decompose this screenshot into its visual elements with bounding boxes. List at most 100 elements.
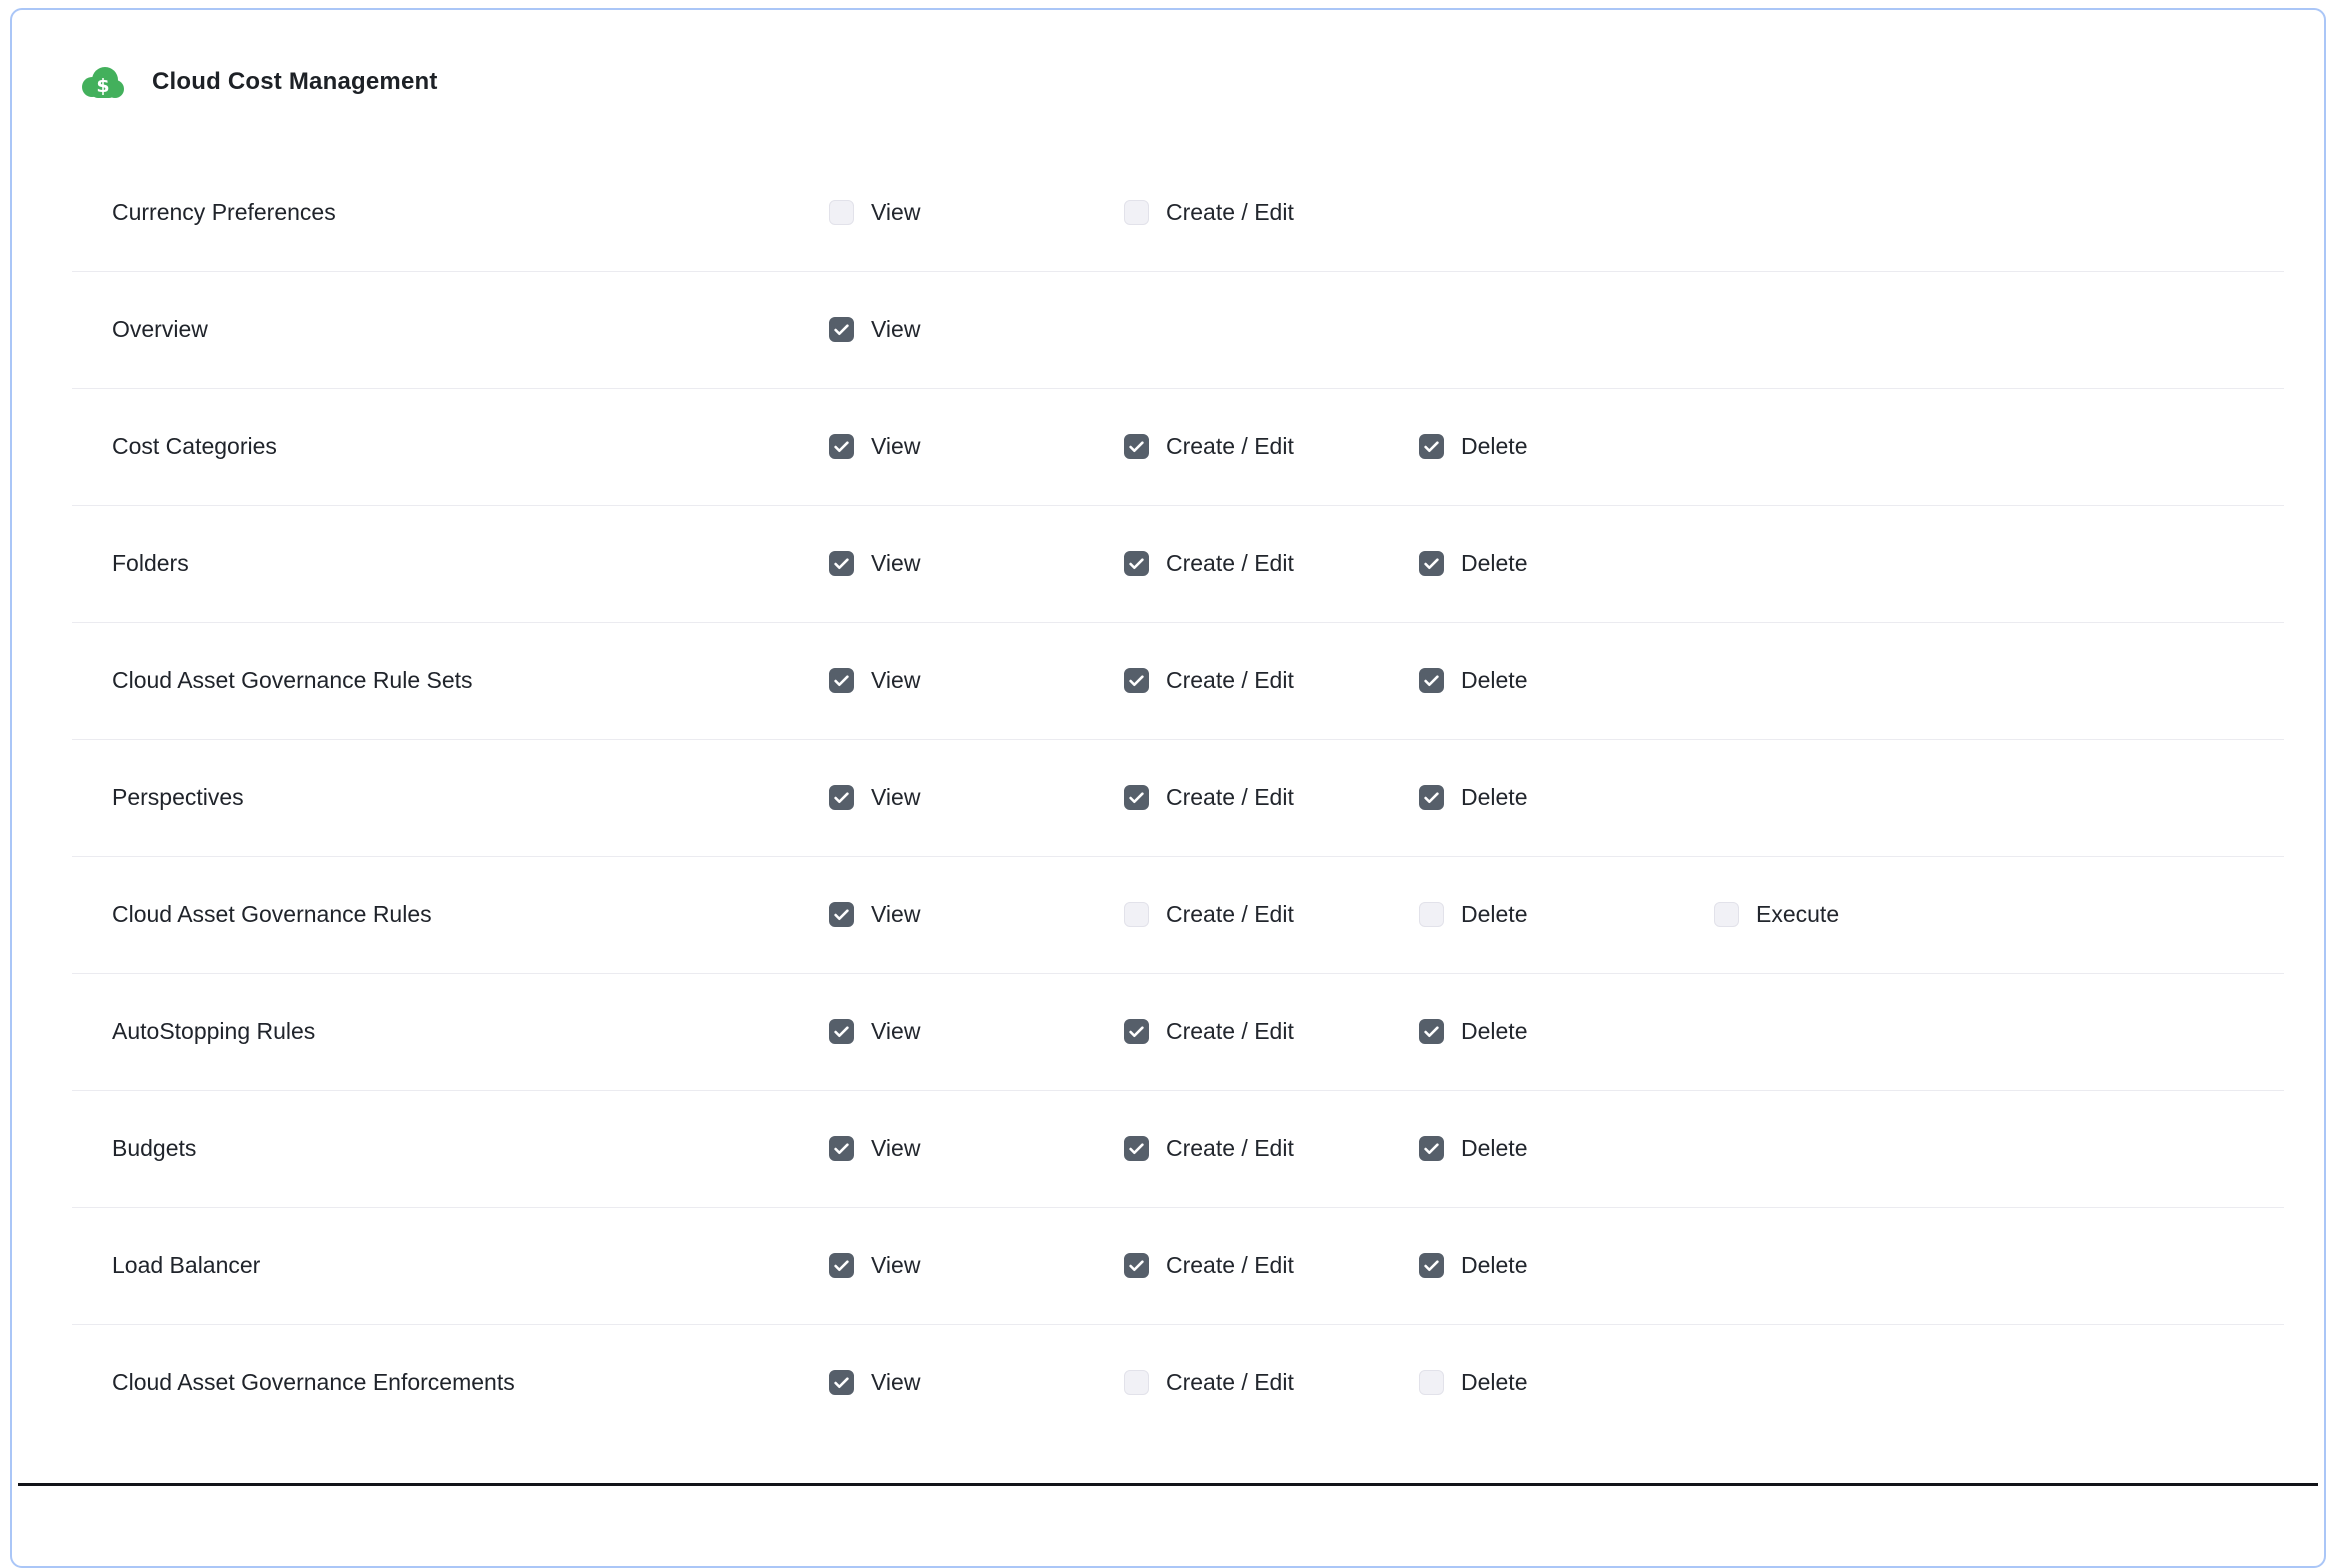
permission-rows: Currency Preferences View Create / Edit … (12, 154, 2324, 1441)
permission-label: Create / Edit (1166, 550, 1294, 577)
permission-item: Delete (1419, 433, 1714, 460)
permission-item: View (829, 901, 1124, 928)
permission-item: View (829, 1252, 1124, 1279)
execute-checkbox[interactable] (1714, 902, 1739, 927)
permission-label: View (871, 316, 920, 343)
delete-checkbox[interactable] (1419, 1019, 1444, 1044)
view-checkbox[interactable] (829, 1370, 854, 1395)
create-edit-checkbox[interactable] (1124, 668, 1149, 693)
permission-item: View (829, 433, 1124, 460)
view-checkbox[interactable] (829, 200, 854, 225)
row-load-balancer: Load Balancer View Create / Edit Delete (12, 1207, 2324, 1324)
create-edit-checkbox[interactable] (1124, 1019, 1149, 1044)
row-permissions: View Create / Edit Delete (829, 1207, 1714, 1324)
row-permissions: View Create / Edit Delete (829, 622, 1714, 739)
row-label: Cloud Asset Governance Rules (12, 901, 432, 928)
permission-item: View (829, 550, 1124, 577)
permission-label: Delete (1461, 550, 1527, 577)
page-title: Cloud Cost Management (152, 68, 438, 96)
permission-label: View (871, 667, 920, 694)
permission-label: View (871, 784, 920, 811)
row-budgets: Budgets View Create / Edit Delete (12, 1090, 2324, 1207)
view-checkbox[interactable] (829, 1136, 854, 1161)
row-label: Currency Preferences (12, 199, 336, 226)
row-overview: Overview View (12, 271, 2324, 388)
delete-checkbox[interactable] (1419, 785, 1444, 810)
view-checkbox[interactable] (829, 317, 854, 342)
permission-label: Create / Edit (1166, 901, 1294, 928)
view-checkbox[interactable] (829, 785, 854, 810)
row-label: Budgets (12, 1135, 196, 1162)
row-label: Perspectives (12, 784, 244, 811)
row-autostopping-rules: AutoStopping Rules View Create / Edit De… (12, 973, 2324, 1090)
permission-item: Delete (1419, 550, 1714, 577)
row-label: Cost Categories (12, 433, 277, 460)
permission-item: Delete (1419, 1018, 1714, 1045)
view-checkbox[interactable] (829, 1019, 854, 1044)
create-edit-checkbox[interactable] (1124, 1370, 1149, 1395)
permission-item: Create / Edit (1124, 784, 1419, 811)
permission-label: View (871, 901, 920, 928)
create-edit-checkbox[interactable] (1124, 200, 1149, 225)
permission-label: Execute (1756, 901, 1839, 928)
row-currency-preferences: Currency Preferences View Create / Edit (12, 154, 2324, 271)
row-perspectives: Perspectives View Create / Edit Delete (12, 739, 2324, 856)
permission-item: View (829, 199, 1124, 226)
row-permissions: View Create / Edit Delete (829, 1090, 1714, 1207)
bottom-edge-line (18, 1483, 2318, 1486)
row-label: Folders (12, 550, 189, 577)
row-label: Cloud Asset Governance Enforcements (12, 1369, 515, 1396)
permission-label: Create / Edit (1166, 1135, 1294, 1162)
permission-item: Delete (1419, 1135, 1714, 1162)
row-permissions: View Create / Edit Delete Execute (829, 856, 2009, 973)
permission-item: Create / Edit (1124, 1369, 1419, 1396)
permission-item: Create / Edit (1124, 433, 1419, 460)
delete-checkbox[interactable] (1419, 1136, 1444, 1161)
view-checkbox[interactable] (829, 668, 854, 693)
create-edit-checkbox[interactable] (1124, 902, 1149, 927)
row-label: Load Balancer (12, 1252, 260, 1279)
view-checkbox[interactable] (829, 902, 854, 927)
row-label: Cloud Asset Governance Rule Sets (12, 667, 473, 694)
permission-label: View (871, 199, 920, 226)
row-permissions: View Create / Edit Delete (829, 505, 1714, 622)
permission-item: Delete (1419, 1369, 1714, 1396)
permission-item: Create / Edit (1124, 1135, 1419, 1162)
view-checkbox[interactable] (829, 1253, 854, 1278)
delete-checkbox[interactable] (1419, 668, 1444, 693)
delete-checkbox[interactable] (1419, 434, 1444, 459)
permission-label: Delete (1461, 1135, 1527, 1162)
permission-label: Delete (1461, 1369, 1527, 1396)
row-permissions: View Create / Edit Delete (829, 388, 1714, 505)
create-edit-checkbox[interactable] (1124, 785, 1149, 810)
permission-item: Delete (1419, 667, 1714, 694)
permission-label: View (871, 433, 920, 460)
delete-checkbox[interactable] (1419, 1370, 1444, 1395)
create-edit-checkbox[interactable] (1124, 434, 1149, 459)
permission-item: View (829, 667, 1124, 694)
cloud-dollar-icon: $ (78, 64, 126, 100)
permission-label: Delete (1461, 1018, 1527, 1045)
create-edit-checkbox[interactable] (1124, 1136, 1149, 1161)
permission-item: View (829, 784, 1124, 811)
delete-checkbox[interactable] (1419, 1253, 1444, 1278)
permission-item: Create / Edit (1124, 1018, 1419, 1045)
view-checkbox[interactable] (829, 551, 854, 576)
row-permissions: View (829, 271, 1124, 388)
permission-item: View (829, 316, 1124, 343)
permission-label: Delete (1461, 1252, 1527, 1279)
create-edit-checkbox[interactable] (1124, 551, 1149, 576)
permission-label: View (871, 1135, 920, 1162)
permission-item: Create / Edit (1124, 901, 1419, 928)
permission-item: Create / Edit (1124, 199, 1419, 226)
delete-checkbox[interactable] (1419, 551, 1444, 576)
permission-item: Execute (1714, 901, 2009, 928)
create-edit-checkbox[interactable] (1124, 1253, 1149, 1278)
permission-label: Create / Edit (1166, 1252, 1294, 1279)
row-cloud-asset-governance-rule-sets: Cloud Asset Governance Rule Sets View Cr… (12, 622, 2324, 739)
view-checkbox[interactable] (829, 434, 854, 459)
row-cloud-asset-governance-rules: Cloud Asset Governance Rules View Create… (12, 856, 2324, 973)
delete-checkbox[interactable] (1419, 902, 1444, 927)
svg-text:$: $ (96, 75, 109, 97)
permission-item: Create / Edit (1124, 1252, 1419, 1279)
